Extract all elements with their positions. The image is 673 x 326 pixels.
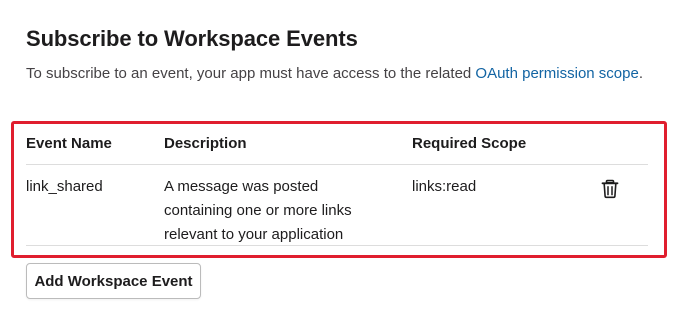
table-row: link_shared A message was posted contain…: [26, 165, 648, 246]
subscribe-events-section: Subscribe to Workspace Events To subscri…: [0, 0, 673, 326]
event-required-scope: links:read: [412, 178, 477, 195]
trash-icon[interactable]: [601, 179, 619, 199]
event-name-link[interactable]: link_shared: [26, 175, 103, 199]
section-description: To subscribe to an event, your app must …: [26, 62, 646, 86]
add-workspace-event-button[interactable]: Add Workspace Event: [26, 263, 201, 299]
events-table: Event Name Description Required Scope li…: [26, 124, 648, 246]
event-description: A message was posted containing one or m…: [164, 178, 352, 243]
table-header: Event Name Description Required Scope: [26, 124, 648, 165]
oauth-scope-link[interactable]: OAuth permission scope: [475, 65, 638, 82]
header-event-name: Event Name: [26, 135, 112, 152]
intro-period: .: [638, 65, 644, 82]
intro-text: To subscribe to an event, your app must …: [26, 65, 476, 82]
header-required-scope: Required Scope: [412, 135, 527, 152]
section-title: Subscribe to Workspace Events: [26, 26, 358, 51]
header-description: Description: [164, 135, 247, 152]
